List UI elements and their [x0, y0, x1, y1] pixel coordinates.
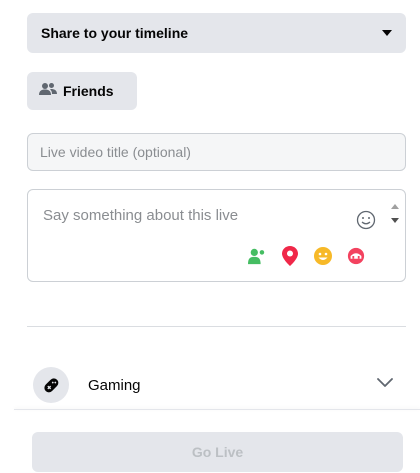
caret-down-icon — [382, 30, 392, 36]
description-textarea[interactable]: Say something about this live — [27, 189, 406, 282]
chevron-down-icon[interactable] — [376, 376, 394, 394]
feeling-icon[interactable] — [314, 247, 332, 265]
tag-friends-icon[interactable] — [248, 247, 266, 265]
category-label: Gaming — [88, 376, 141, 394]
privacy-button[interactable]: Friends — [27, 72, 137, 110]
composer-actions — [248, 246, 365, 266]
description-placeholder: Say something about this live — [43, 207, 239, 224]
spinner-down-icon[interactable] — [391, 218, 399, 223]
location-pin-icon[interactable] — [281, 246, 299, 266]
scroll-spinner[interactable] — [389, 200, 401, 230]
friends-icon — [39, 82, 57, 101]
game-controller-icon — [44, 378, 59, 393]
game-controller-icon-wrap — [33, 367, 69, 403]
footer-separator — [14, 409, 420, 410]
live-title-placeholder: Live video title (optional) — [40, 144, 191, 160]
smiley-icon[interactable] — [356, 210, 376, 235]
support-icon[interactable] — [347, 247, 365, 265]
audience-select-label: Share to your timeline — [41, 25, 189, 41]
spinner-up-icon[interactable] — [391, 204, 399, 209]
audience-select[interactable]: Share to your timeline — [27, 13, 406, 53]
section-divider — [27, 326, 406, 327]
category-select[interactable]: Gaming — [27, 362, 406, 408]
go-live-button[interactable]: Go Live — [32, 432, 403, 472]
privacy-button-label: Friends — [63, 83, 114, 99]
live-title-input[interactable]: Live video title (optional) — [27, 133, 406, 171]
